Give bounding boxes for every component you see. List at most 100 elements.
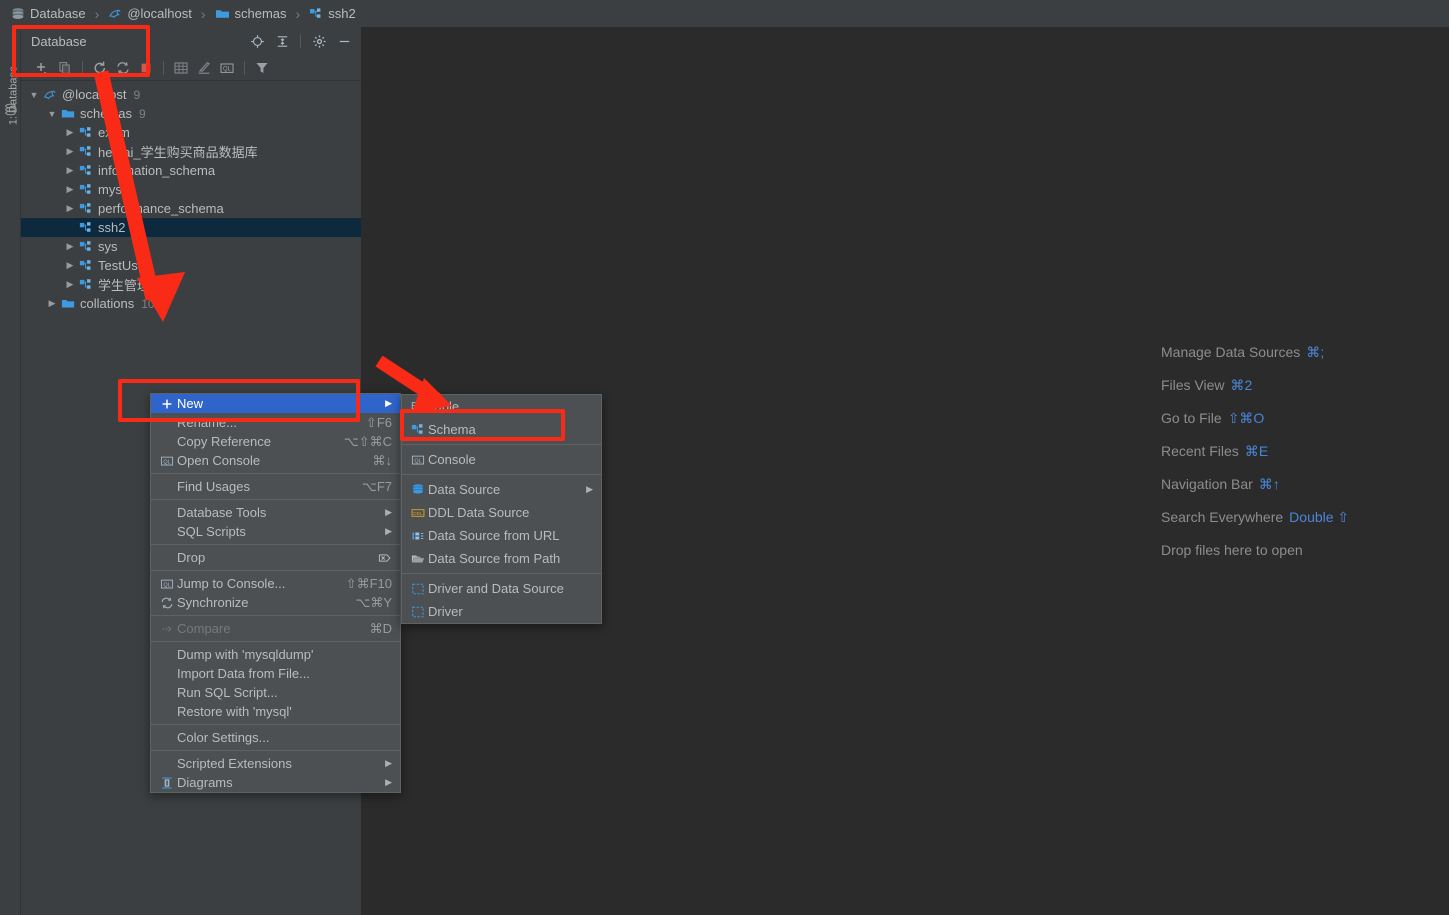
menu-item-color-settings[interactable]: Color Settings... bbox=[151, 728, 400, 747]
svg-text:QL: QL bbox=[414, 458, 421, 464]
add-new-icon[interactable] bbox=[31, 57, 53, 79]
menu-item-scripted-extensions[interactable]: Scripted Extensions ▶ bbox=[151, 754, 400, 773]
svg-text:QL: QL bbox=[223, 66, 232, 72]
menu-item-label: Copy Reference bbox=[177, 434, 271, 449]
query-console-icon: QL bbox=[157, 454, 177, 468]
menu-item-label: Schema bbox=[428, 422, 476, 437]
chevron-right-icon: ▶ bbox=[385, 526, 392, 536]
synchronize-icon[interactable] bbox=[112, 57, 134, 79]
mysql-dolphin-icon bbox=[41, 88, 59, 102]
collapse-all-icon[interactable] bbox=[271, 30, 293, 52]
menu-item-diagrams[interactable]: Diagrams ▶ bbox=[151, 773, 400, 792]
menu-item-driver-and-data-source[interactable]: Driver and Data Source bbox=[402, 577, 601, 600]
menu-item-copy-reference[interactable]: Copy Reference ⌥⇧⌘C bbox=[151, 432, 400, 451]
menu-item-rename[interactable]: Rename... ⇧F6 bbox=[151, 413, 400, 432]
menu-item-ddl-data-source[interactable]: DDL DDL Data Source bbox=[402, 501, 601, 524]
chevron-right-icon[interactable]: ▶ bbox=[63, 146, 77, 157]
locate-icon[interactable] bbox=[246, 30, 268, 52]
menu-separator bbox=[151, 641, 400, 642]
chevron-right-icon[interactable]: ▶ bbox=[63, 241, 77, 252]
menu-item-console[interactable]: QL Console bbox=[402, 448, 601, 471]
hint-search-everywhere[interactable]: Search Everywhere Double ⇧ bbox=[1161, 509, 1441, 526]
menu-item-jump-to-console[interactable]: QL Jump to Console... ⇧⌘F10 bbox=[151, 574, 400, 593]
tree-row[interactable]: ▶ exam bbox=[21, 123, 361, 142]
menu-item-find-usages[interactable]: Find Usages ⌥F7 bbox=[151, 477, 400, 496]
modify-icon[interactable] bbox=[193, 57, 215, 79]
menu-item-open-console[interactable]: QL Open Console ⌘↓ bbox=[151, 451, 400, 470]
tree-row[interactable]: ▶ information_schema bbox=[21, 161, 361, 180]
menu-item-data-source-from-path[interactable]: Data Source from Path bbox=[402, 547, 601, 570]
stop-icon[interactable] bbox=[135, 57, 157, 79]
breadcrumb-item-schemas[interactable]: schemas bbox=[212, 6, 290, 21]
breadcrumb-item-ssh2[interactable]: ssh2 bbox=[306, 6, 358, 21]
svg-text:QL: QL bbox=[163, 582, 170, 588]
tree-row[interactable]: ▼ @localhost 9 bbox=[21, 85, 361, 104]
menu-item-label: Synchronize bbox=[177, 595, 249, 610]
tree-row[interactable]: ▶ performance_schema bbox=[21, 199, 361, 218]
drop-tag-icon bbox=[378, 551, 392, 565]
settings-gear-icon[interactable] bbox=[308, 30, 330, 52]
breadcrumb-label: Database bbox=[30, 6, 86, 21]
new-submenu[interactable]: Table Schema QL Console Data Source ▶ DDL DDL D… bbox=[401, 394, 602, 624]
hint-drop-files-here-to-open[interactable]: Drop files here to open bbox=[1161, 542, 1441, 558]
hint-label: Search Everywhere bbox=[1161, 509, 1284, 525]
chevron-right-icon: ▶ bbox=[385, 507, 392, 517]
chevron-right-icon[interactable]: ▶ bbox=[63, 279, 77, 290]
hint-go-to-file[interactable]: Go to File ⇧⌘O bbox=[1161, 410, 1441, 427]
filter-icon[interactable] bbox=[251, 57, 273, 79]
chevron-down-icon[interactable]: ▼ bbox=[27, 90, 41, 100]
hint-files-view[interactable]: Files View ⌘2 bbox=[1161, 377, 1441, 394]
database-tree[interactable]: ▼ @localhost 9 ▼ schemas 9 ▶ exam ▶ hemai_学生购买商品数… bbox=[21, 81, 361, 313]
menu-item-run-sql-script[interactable]: Run SQL Script... bbox=[151, 683, 400, 702]
toolbar-divider bbox=[163, 60, 164, 75]
menu-item-schema[interactable]: Schema bbox=[402, 418, 601, 441]
chevron-right-icon[interactable]: ▶ bbox=[63, 184, 77, 195]
tree-row[interactable]: ▼ schemas 9 bbox=[21, 104, 361, 123]
chevron-down-icon[interactable]: ▼ bbox=[45, 109, 59, 119]
refresh-icon[interactable] bbox=[89, 57, 111, 79]
chevron-right-icon[interactable]: ▶ bbox=[63, 203, 77, 214]
query-console-icon[interactable]: QL bbox=[216, 57, 238, 79]
breadcrumb-item-localhost[interactable]: @localhost bbox=[105, 6, 195, 21]
menu-item-data-source-from-url[interactable]: Data Source from URL bbox=[402, 524, 601, 547]
chevron-right-icon[interactable]: ▶ bbox=[63, 165, 77, 176]
menu-item-compare[interactable]: Compare ⌘D bbox=[151, 619, 400, 638]
tree-row[interactable]: ▶ hemai_学生购买商品数据库 bbox=[21, 142, 361, 161]
menu-item-dump-with-mysqldump[interactable]: Dump with 'mysqldump' bbox=[151, 645, 400, 664]
hint-label: Manage Data Sources bbox=[1161, 344, 1301, 360]
tree-row[interactable]: ssh2 bbox=[21, 218, 361, 237]
hint-recent-files[interactable]: Recent Files ⌘E bbox=[1161, 443, 1441, 460]
menu-item-driver[interactable]: Driver bbox=[402, 600, 601, 623]
duplicate-icon[interactable] bbox=[54, 57, 76, 79]
menu-item-synchronize[interactable]: Synchronize ⌥⌘Y bbox=[151, 593, 400, 612]
menu-item-new[interactable]: New ▶ bbox=[151, 394, 400, 413]
context-menu[interactable]: New ▶ Rename... ⇧F6 Copy Reference ⌥⇧⌘C QL Open… bbox=[150, 393, 401, 793]
table-editor-icon[interactable] bbox=[170, 57, 192, 79]
menu-item-label: Dump with 'mysqldump' bbox=[177, 647, 314, 662]
driver-icon bbox=[408, 605, 428, 619]
menu-item-import-data-from-file[interactable]: Import Data from File... bbox=[151, 664, 400, 683]
hint-navigation-bar[interactable]: Navigation Bar ⌘↑ bbox=[1161, 476, 1441, 493]
database-stripe-icon[interactable] bbox=[4, 103, 17, 116]
tree-row[interactable]: ▶ mysql bbox=[21, 180, 361, 199]
menu-item-label: Driver bbox=[428, 604, 463, 619]
breadcrumb-item-database[interactable]: Database bbox=[8, 6, 89, 21]
menu-item-restore-with-mysql[interactable]: Restore with 'mysql' bbox=[151, 702, 400, 721]
menu-item-table[interactable]: Table bbox=[402, 395, 601, 418]
tree-row[interactable]: ▶ 学生管理系统 bbox=[21, 275, 361, 294]
tree-row[interactable]: ▶ TestUser bbox=[21, 256, 361, 275]
toolbar-divider bbox=[244, 60, 245, 75]
hint-manage-data-sources[interactable]: Manage Data Sources ⌘; bbox=[1161, 344, 1441, 361]
menu-item-label: Restore with 'mysql' bbox=[177, 704, 292, 719]
menu-item-data-source[interactable]: Data Source ▶ bbox=[402, 478, 601, 501]
menu-item-sql-scripts[interactable]: SQL Scripts ▶ bbox=[151, 522, 400, 541]
hide-minimize-icon[interactable] bbox=[333, 30, 355, 52]
tree-row-label: hemai_学生购买商品数据库 bbox=[98, 145, 258, 160]
chevron-right-icon[interactable]: ▶ bbox=[63, 260, 77, 271]
chevron-right-icon[interactable]: ▶ bbox=[45, 298, 59, 309]
menu-item-drop[interactable]: Drop bbox=[151, 548, 400, 567]
chevron-right-icon[interactable]: ▶ bbox=[63, 127, 77, 138]
tree-row[interactable]: ▶ sys bbox=[21, 237, 361, 256]
tree-row[interactable]: ▶ collations 10 bbox=[21, 294, 361, 313]
menu-item-database-tools[interactable]: Database Tools ▶ bbox=[151, 503, 400, 522]
